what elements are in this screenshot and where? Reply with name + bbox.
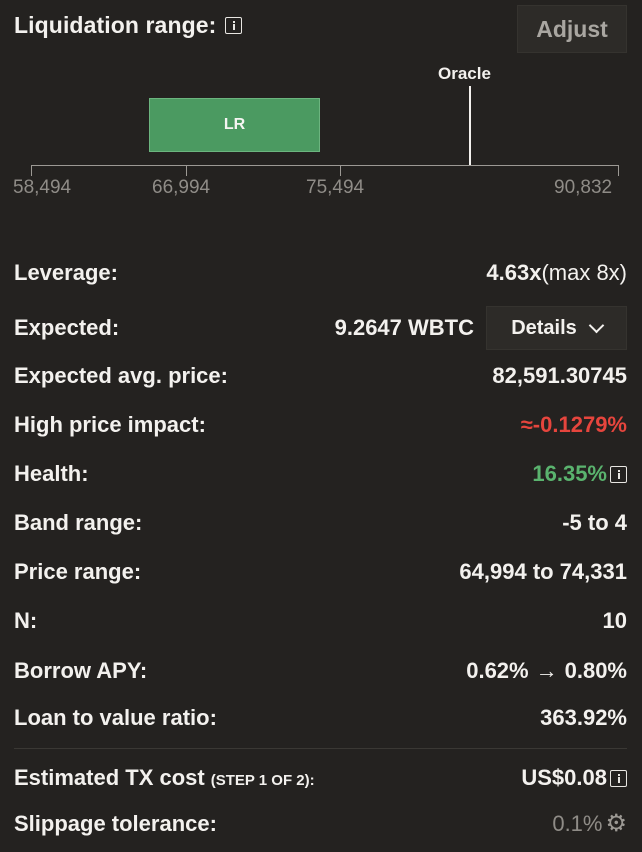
tx-cost-title: Estimated TX cost (14, 765, 205, 790)
tx-cost-row: Estimated TX cost (STEP 1 OF 2): US$0.08 (14, 763, 627, 793)
ltv-row: Loan to value ratio: 363.92% (14, 703, 627, 733)
axis-tick (186, 165, 187, 176)
price-impact-label: High price impact: (14, 412, 206, 437)
avg-price-label: Expected avg. price: (14, 363, 228, 388)
n-label: N: (14, 608, 38, 633)
expected-label: Expected: (14, 315, 120, 340)
health-percent: 16.35% (532, 461, 607, 486)
price-impact-row: High price impact: ≈-0.1279% (14, 410, 627, 440)
liquidation-range-header: Liquidation range: (14, 12, 243, 39)
band-range-label: Band range: (14, 510, 143, 535)
oracle-label: Oracle (438, 64, 491, 83)
price-axis (31, 165, 619, 166)
leverage-amount: 4.63x (486, 260, 542, 285)
leverage-label: Leverage: (14, 260, 118, 285)
avg-price-row: Expected avg. price: 82,591.30745 (14, 361, 627, 391)
n-value: 10 (602, 608, 627, 633)
leverage-max: (max 8x) (541, 260, 627, 285)
price-impact-value: ≈-0.1279% (520, 412, 627, 437)
axis-tick-label: 75,494 (306, 177, 365, 198)
expected-row: Expected: 9.2647 WBTC (14, 313, 474, 343)
price-range-value: 64,994 to 74,331 (459, 559, 627, 584)
info-icon[interactable] (610, 769, 627, 787)
borrow-apy-to: 0.80% (564, 658, 627, 683)
borrow-apy-value: 0.62% → 0.80% (466, 658, 627, 684)
health-label: Health: (14, 461, 89, 486)
axis-tick-label: 58,494 (13, 177, 72, 198)
ltv-value: 363.92% (540, 705, 627, 730)
tx-cost-label: Estimated TX cost (STEP 1 OF 2): (14, 765, 315, 791)
health-value: 16.35% (532, 461, 627, 487)
adjust-button[interactable]: Adjust (517, 5, 627, 53)
slippage-value[interactable]: 0.1% ⚙ (552, 811, 627, 837)
band-range-value: -5 to 4 (562, 510, 627, 535)
axis-tick-label: 66,994 (152, 177, 211, 198)
ltv-label: Loan to value ratio: (14, 705, 217, 730)
health-row: Health: 16.35% (14, 459, 627, 489)
oracle-marker (469, 86, 471, 165)
tx-cost-value: US$0.08 (521, 765, 627, 791)
arrow-right-icon: → (535, 658, 558, 683)
leverage-value: 4.63x (max 8x) (486, 260, 627, 286)
axis-tick-label: 90,832 (554, 177, 613, 198)
gear-icon[interactable]: ⚙ (605, 812, 627, 836)
n-row: N: 10 (14, 606, 627, 636)
details-label: Details (511, 316, 577, 339)
info-icon[interactable] (225, 17, 243, 34)
liquidation-range-band: LR (149, 98, 320, 152)
price-range-row: Price range: 64,994 to 74,331 (14, 557, 627, 587)
tx-cost-step: (STEP 1 OF 2): (210, 772, 315, 789)
leverage-row: Leverage: 4.63x (max 8x) (14, 258, 627, 288)
axis-tick (618, 165, 619, 176)
slippage-label: Slippage tolerance: (14, 811, 217, 836)
borrow-apy-label: Borrow APY: (14, 658, 148, 683)
slippage-row: Slippage tolerance: 0.1% ⚙ (14, 809, 627, 839)
axis-tick (31, 165, 32, 176)
chevron-down-icon (588, 317, 605, 334)
band-label: LR (223, 116, 246, 133)
avg-price-value: 82,591.30745 (492, 363, 627, 388)
borrow-apy-row: Borrow APY: 0.62% → 0.80% (14, 656, 627, 686)
tx-cost-amount: US$0.08 (521, 765, 607, 790)
section-divider (14, 748, 627, 749)
band-range-row: Band range: -5 to 4 (14, 508, 627, 538)
borrow-apy-from: 0.62% (466, 658, 529, 683)
axis-tick (340, 165, 341, 176)
expected-value: 9.2647 WBTC (334, 315, 474, 340)
details-button[interactable]: Details (486, 306, 627, 350)
price-range-label: Price range: (14, 559, 142, 584)
slippage-amount: 0.1% (552, 811, 603, 836)
liquidation-range-title: Liquidation range: (14, 12, 217, 38)
info-icon[interactable] (610, 465, 627, 483)
